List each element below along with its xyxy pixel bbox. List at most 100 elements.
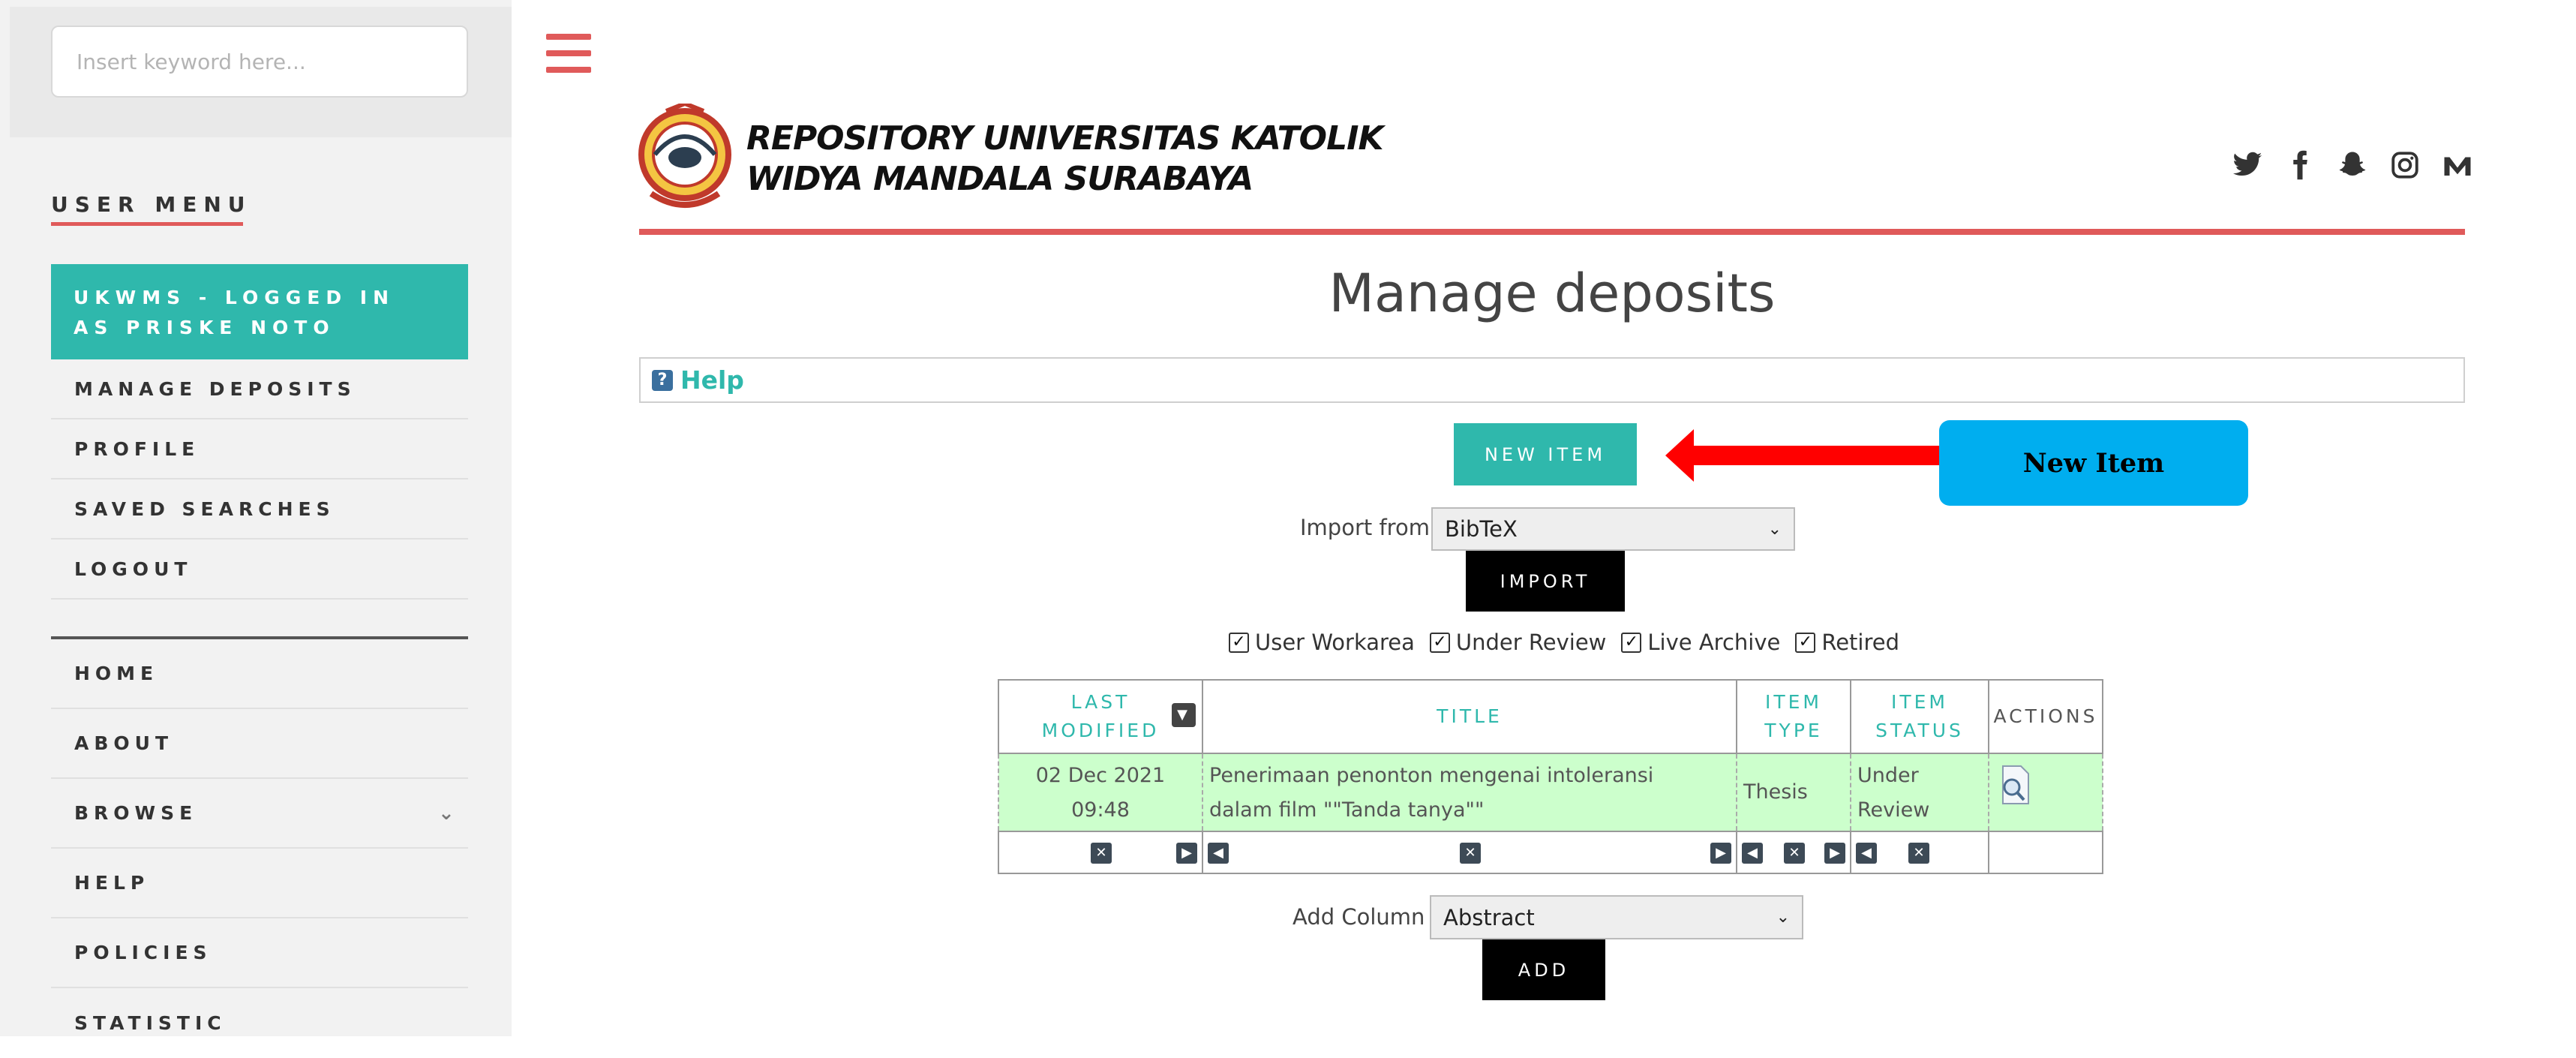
import-button[interactable]: IMPORT: [1466, 551, 1625, 612]
filter-label: Retired: [1821, 630, 1899, 655]
cell-item-status: Under Review: [1850, 753, 1989, 832]
help-bar: ? Help: [639, 357, 2465, 403]
sidebar-item-about[interactable]: ABOUT: [51, 709, 468, 779]
remove-column-icon[interactable]: ✕: [1908, 843, 1929, 864]
remove-column-icon[interactable]: ✕: [1460, 843, 1481, 864]
table-header-row: LAST MODIFIED ▼ TITLE ITEM TYPE ITEM STA…: [998, 679, 2103, 754]
filter-live-archive[interactable]: ✓ Live Archive: [1621, 630, 1780, 655]
cell-title-line: Penerimaan penonton mengenai intoleransi: [1209, 764, 1654, 787]
page-title: Manage deposits: [1329, 263, 1776, 324]
controls-last-modified: ✕ ▶: [998, 831, 1203, 874]
add-column-label: Add Column: [1293, 904, 1425, 930]
move-right-icon[interactable]: ▶: [1710, 843, 1731, 864]
user-menu-underline: [51, 222, 243, 226]
deposits-table: LAST MODIFIED ▼ TITLE ITEM TYPE ITEM STA…: [998, 679, 2103, 874]
controls-item-status: ◀ ✕: [1850, 831, 1989, 874]
sidebar-item-manage-deposits[interactable]: MANAGE DEPOSITS: [51, 359, 468, 419]
snapchat-icon[interactable]: [2337, 149, 2368, 181]
sidebar-item-label: PROFILE: [74, 437, 200, 460]
checkbox-checked-icon[interactable]: ✓: [1429, 632, 1450, 653]
column-header-last-modified[interactable]: LAST MODIFIED ▼: [998, 679, 1203, 754]
cell-time: 09:48: [1071, 798, 1130, 822]
sidebar-item-browse[interactable]: BROWSE ⌄: [51, 779, 468, 849]
help-link[interactable]: Help: [680, 365, 744, 395]
checkbox-checked-icon[interactable]: ✓: [1229, 632, 1249, 653]
sidebar-item-label: LOGOUT: [74, 558, 193, 580]
chevron-down-icon[interactable]: ⌄: [438, 802, 468, 825]
filter-retired[interactable]: ✓ Retired: [1795, 630, 1899, 655]
add-column-value: Abstract: [1443, 904, 1535, 930]
status-filters: ✓ User Workarea ✓ Under Review ✓ Live Ar…: [1229, 627, 1914, 657]
cell-item-type: Thesis: [1736, 753, 1851, 832]
add-column-button[interactable]: ADD: [1482, 939, 1605, 1000]
cell-title[interactable]: Penerimaan penonton mengenai intoleransi…: [1202, 753, 1737, 832]
move-left-icon[interactable]: ◀: [1208, 843, 1229, 864]
filter-under-review[interactable]: ✓ Under Review: [1429, 630, 1607, 655]
sidebar-item-label: MANAGE DEPOSITS: [74, 377, 356, 400]
table-row[interactable]: 02 Dec 2021 09:48 Penerimaan penonton me…: [998, 753, 2103, 832]
sidebar-item-logout[interactable]: LOGOUT: [51, 540, 468, 600]
sidebar-item-policies[interactable]: POLICIES: [51, 918, 468, 988]
annotation-callout: New Item: [1939, 420, 2248, 506]
move-left-icon[interactable]: ◀: [1856, 843, 1877, 864]
header-text: ITEM: [1764, 691, 1822, 713]
sidebar-item-home[interactable]: HOME: [51, 639, 468, 709]
instagram-icon[interactable]: [2389, 149, 2421, 181]
checkbox-checked-icon[interactable]: ✓: [1621, 632, 1642, 653]
filter-user-workarea[interactable]: ✓ User Workarea: [1229, 630, 1415, 655]
cell-status-line: Review: [1857, 798, 1930, 822]
column-controls-row: ✕ ▶ ◀ ✕ ▶ ◀ ✕ ▶ ◀ ✕: [998, 831, 2103, 874]
sidebar-item-statistic[interactable]: STATISTIC: [51, 988, 468, 1058]
sidebar: USER MENU UKWMS - LOGGED IN AS PRISKE NO…: [0, 0, 512, 1036]
sidebar-item-help[interactable]: HELP: [51, 849, 468, 918]
facebook-icon[interactable]: [2284, 149, 2316, 181]
column-header-item-type[interactable]: ITEM TYPE: [1736, 679, 1851, 754]
remove-column-icon[interactable]: ✕: [1784, 843, 1805, 864]
filter-label: Live Archive: [1647, 630, 1781, 655]
import-format-select[interactable]: BibTeX ⌄: [1431, 507, 1795, 551]
column-header-item-status[interactable]: ITEM STATUS: [1850, 679, 1989, 754]
import-label: Import from: [1300, 515, 1430, 540]
column-header-title[interactable]: TITLE: [1202, 679, 1737, 754]
move-right-icon[interactable]: ▶: [1176, 843, 1197, 864]
cell-last-modified: 02 Dec 2021 09:48: [998, 753, 1203, 832]
sidebar-item-profile[interactable]: PROFILE: [51, 419, 468, 479]
help-icon[interactable]: ?: [652, 369, 673, 391]
controls-actions: [1988, 831, 2103, 874]
new-item-button[interactable]: NEW ITEM: [1454, 423, 1637, 485]
sidebar-item-label: POLICIES: [74, 942, 212, 963]
move-right-icon[interactable]: ▶: [1824, 843, 1845, 864]
cell-date: 02 Dec 2021: [1035, 764, 1166, 787]
controls-item-type: ◀ ✕ ▶: [1736, 831, 1851, 874]
chevron-down-icon: ⌄: [1776, 908, 1790, 927]
header-divider: [639, 229, 2465, 235]
header-text: TYPE: [1764, 720, 1823, 741]
add-column-select[interactable]: Abstract ⌄: [1430, 895, 1803, 939]
header-text: STATUS: [1875, 720, 1964, 741]
header-text: ITEM: [1890, 691, 1948, 713]
twitter-icon[interactable]: [2232, 149, 2263, 181]
move-left-icon[interactable]: ◀: [1742, 843, 1763, 864]
social-icons: [2232, 149, 2473, 182]
checkbox-checked-icon[interactable]: ✓: [1795, 632, 1816, 653]
filter-label: Under Review: [1455, 630, 1607, 655]
site-title-line2: WIDYA MANDALA SURABAYA: [746, 160, 1253, 198]
mendeley-icon[interactable]: [2442, 149, 2473, 181]
view-details-icon[interactable]: [1995, 765, 2033, 807]
sidebar-item-label: HOME: [74, 663, 159, 684]
annotation-arrow: [1665, 429, 1943, 482]
hamburger-menu-icon[interactable]: [546, 34, 591, 73]
sidebar-item-label: SAVED SEARCHES: [74, 497, 335, 520]
logged-in-banner[interactable]: UKWMS - LOGGED IN AS PRISKE NOTO: [51, 264, 468, 359]
cell-actions: [1988, 753, 2103, 832]
cell-title-line: dalam film ""Tanda tanya"": [1209, 798, 1485, 822]
sort-desc-icon[interactable]: ▼: [1172, 703, 1196, 727]
search-input[interactable]: [51, 26, 468, 98]
sidebar-item-label: ABOUT: [74, 732, 174, 754]
import-format-value: BibTeX: [1445, 516, 1518, 542]
remove-column-icon[interactable]: ✕: [1091, 843, 1112, 864]
column-header-actions: ACTIONS: [1988, 679, 2103, 754]
site-title[interactable]: REPOSITORY UNIVERSITAS KATOLIK WIDYA MAN…: [746, 119, 1384, 200]
sidebar-item-saved-searches[interactable]: SAVED SEARCHES: [51, 479, 468, 540]
cell-status-line: Under: [1857, 764, 1919, 787]
